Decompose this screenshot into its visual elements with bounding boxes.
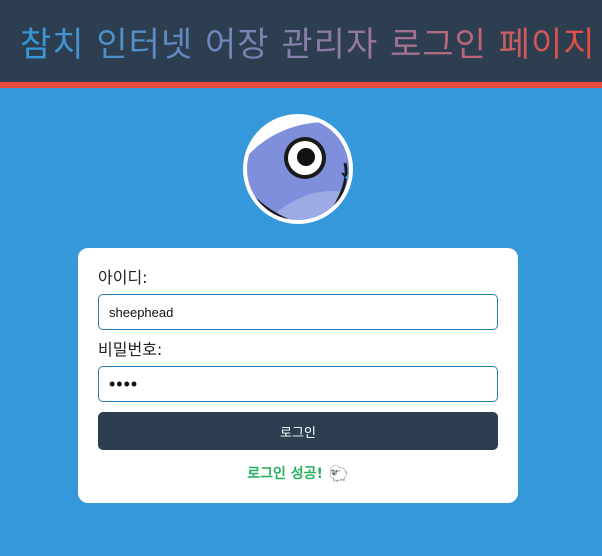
page-title: 참치 인터넷 어장 관리자 로그인 페이지 bbox=[20, 17, 596, 66]
sheep-icon: 🐑 bbox=[328, 463, 349, 483]
username-input[interactable] bbox=[98, 294, 498, 330]
password-label: 비밀번호: bbox=[98, 340, 163, 359]
page-header: 참치 인터넷 어장 관리자 로그인 페이지 bbox=[0, 0, 602, 88]
login-status: 로그인 성공! 🐑 bbox=[98, 462, 498, 484]
username-label: 아이디: bbox=[98, 268, 148, 287]
tuna-fish-avatar-icon bbox=[243, 114, 353, 224]
password-input[interactable] bbox=[98, 366, 498, 402]
login-form: 아이디: 비밀번호: 로그인 로그인 성공! 🐑 bbox=[78, 248, 518, 503]
login-button[interactable]: 로그인 bbox=[98, 412, 498, 450]
login-status-message: 로그인 성공! bbox=[247, 466, 323, 482]
